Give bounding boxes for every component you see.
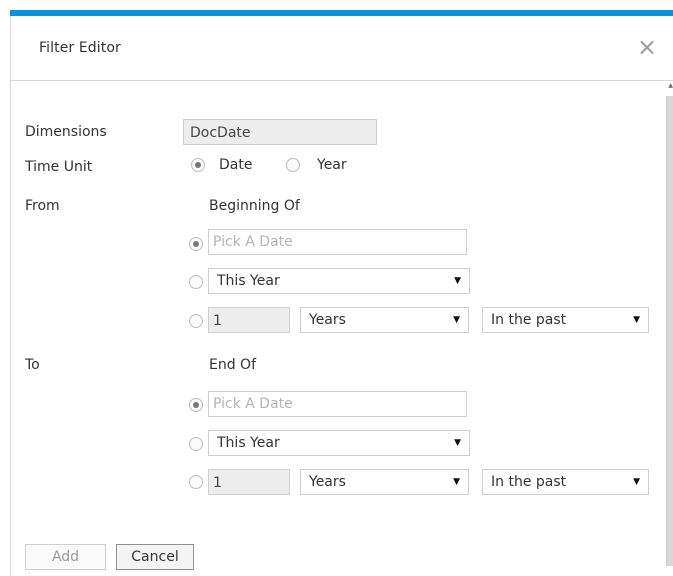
chevron-down-icon: ▼ bbox=[453, 477, 460, 487]
from-date-input[interactable]: Pick A Date bbox=[208, 229, 467, 255]
chevron-down-icon: ▼ bbox=[453, 315, 460, 325]
to-unit-value: Years bbox=[309, 474, 346, 490]
time-unit-label: Time Unit bbox=[25, 159, 93, 175]
filter-editor-dialog: Filter Editor × ▲ Dimensions DocDate Tim… bbox=[10, 16, 673, 576]
from-offset-input[interactable]: 1 bbox=[208, 307, 290, 333]
close-icon[interactable]: × bbox=[636, 35, 658, 59]
vertical-scrollbar[interactable]: ▲ bbox=[666, 82, 673, 576]
time-unit-date-radio[interactable] bbox=[191, 158, 205, 172]
to-direction-value: In the past bbox=[491, 474, 567, 490]
chevron-down-icon: ▼ bbox=[454, 438, 461, 448]
to-period-select[interactable]: This Year ▼ bbox=[208, 430, 470, 456]
from-period-value: This Year bbox=[217, 273, 280, 289]
from-date-radio[interactable] bbox=[189, 237, 203, 251]
from-period-select[interactable]: This Year ▼ bbox=[208, 268, 470, 294]
chevron-down-icon: ▼ bbox=[633, 477, 640, 487]
to-date-input[interactable]: Pick A Date bbox=[208, 391, 467, 417]
dialog-title: Filter Editor bbox=[39, 40, 121, 56]
scroll-up-icon[interactable]: ▲ bbox=[668, 82, 673, 89]
from-unit-value: Years bbox=[309, 312, 346, 328]
dimensions-field: DocDate bbox=[183, 119, 377, 145]
to-unit-select[interactable]: Years ▼ bbox=[300, 469, 469, 495]
time-unit-year-radio[interactable] bbox=[286, 158, 300, 172]
chevron-down-icon: ▼ bbox=[454, 276, 461, 286]
time-unit-date-label[interactable]: Date bbox=[219, 157, 252, 173]
to-offset-radio[interactable] bbox=[189, 475, 203, 489]
from-offset-radio[interactable] bbox=[189, 314, 203, 328]
end-of-label: End Of bbox=[209, 357, 257, 373]
to-period-value: This Year bbox=[217, 435, 280, 451]
to-offset-input[interactable]: 1 bbox=[208, 469, 290, 495]
dialog-header: Filter Editor × bbox=[11, 16, 673, 81]
chevron-down-icon: ▼ bbox=[633, 315, 640, 325]
to-period-radio[interactable] bbox=[189, 437, 203, 451]
time-unit-year-label[interactable]: Year bbox=[317, 157, 347, 173]
from-label: From bbox=[25, 198, 60, 214]
from-period-radio[interactable] bbox=[189, 275, 203, 289]
add-button[interactable]: Add bbox=[25, 544, 106, 570]
scrollbar-thumb[interactable] bbox=[666, 96, 673, 566]
to-date-radio[interactable] bbox=[189, 398, 203, 412]
to-direction-select[interactable]: In the past ▼ bbox=[482, 469, 649, 495]
to-label: To bbox=[25, 357, 40, 373]
from-direction-value: In the past bbox=[491, 312, 567, 328]
from-unit-select[interactable]: Years ▼ bbox=[300, 307, 469, 333]
beginning-of-label: Beginning Of bbox=[209, 198, 300, 214]
dimensions-label: Dimensions bbox=[25, 124, 107, 140]
cancel-button[interactable]: Cancel bbox=[116, 544, 194, 570]
from-direction-select[interactable]: In the past ▼ bbox=[482, 307, 649, 333]
